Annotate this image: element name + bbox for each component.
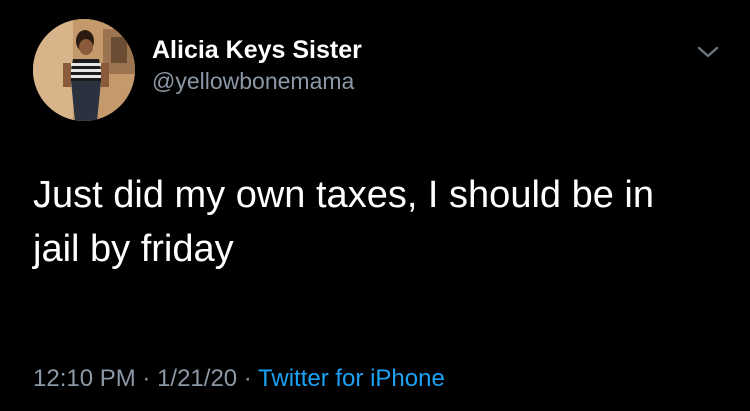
chevron-down-icon[interactable] [693,42,723,62]
display-name[interactable]: Alicia Keys Sister [152,35,362,65]
avatar[interactable] [33,19,135,121]
tweet-text: Just did my own taxes, I should be in ja… [33,168,723,276]
tweet-time[interactable]: 12:10 PM [33,365,136,392]
author-info[interactable]: Alicia Keys Sister @yellowbonemama [152,35,362,96]
tweet-source-link[interactable]: Twitter for iPhone [258,365,445,392]
tweet-date[interactable]: 1/21/20 [157,365,237,392]
separator: · [135,365,158,392]
tweet-text-line: jail by friday [33,228,234,270]
separator: · [237,365,259,392]
profile-photo-icon [33,19,135,121]
tweet-card: Alicia Keys Sister @yellowbonemama Just … [0,0,750,411]
tweet-text-line: Just did my own taxes, I should be in [33,174,654,216]
tweet-meta: 12:10 PM · 1/21/20 · Twitter for iPhone [33,363,445,395]
user-handle[interactable]: @yellowbonemama [152,66,362,96]
